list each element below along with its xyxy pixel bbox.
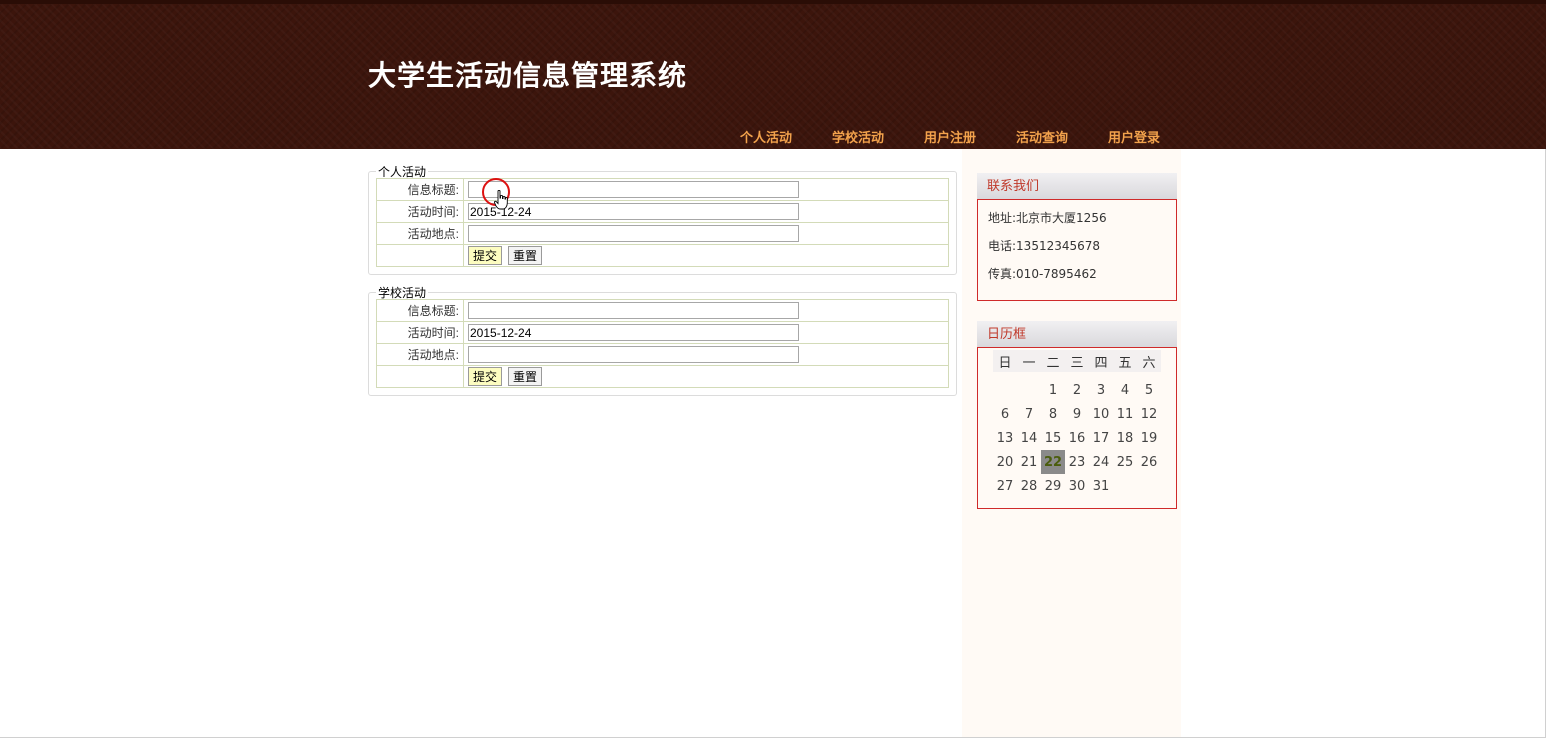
form-row: 信息标题: [376,299,949,322]
calendar-day[interactable]: 6 [993,402,1017,426]
personal-title-input[interactable] [468,181,799,198]
calendar-empty-cell [993,372,1017,402]
hand-cursor-icon [494,190,508,210]
place-label: 活动地点: [376,222,464,245]
calendar-day[interactable]: 21 [1017,450,1041,474]
form-row: 提交 重置 [376,365,949,388]
calendar-weekday: 日 [993,350,1017,372]
contact-address: 地址:北京市大厦1256 [988,211,1107,225]
calendar-day[interactable]: 4 [1113,372,1137,402]
calendar-day[interactable]: 23 [1065,450,1089,474]
personal-submit-button[interactable]: 提交 [468,246,503,265]
calendar-day[interactable]: 26 [1137,450,1161,474]
calendar-week: 13 14 15 16 17 18 19 [993,426,1161,450]
nav-activity-search[interactable]: 活动查询 [996,128,1088,150]
calendar-title: 日历框 [977,321,1177,347]
form-row: 提交 重置 [376,244,949,267]
calendar-day[interactable]: 12 [1137,402,1161,426]
calendar-day[interactable]: 17 [1089,426,1113,450]
title-label: 信息标题: [376,178,464,201]
nav-user-login[interactable]: 用户登录 [1088,128,1180,150]
personal-form-legend: 个人活动 [378,165,427,179]
form-row: 活动时间: [376,321,949,344]
nav-personal-activity[interactable]: 个人活动 [720,128,812,150]
personal-reset-button[interactable]: 重置 [508,246,543,265]
calendar-day[interactable]: 3 [1089,372,1113,402]
calendar-day[interactable]: 31 [1089,474,1113,498]
personal-activity-form: 个人活动 信息标题: 活动时间: 活动地点: 提交重置 [368,163,957,275]
school-place-input[interactable] [468,346,799,363]
calendar-grid: 日一二三四五六 1 2 3 4 5 6 7 8 9 10 11 12 13 14 15 16 17 18 19 20 2… [993,350,1161,498]
calendar-day[interactable]: 5 [1137,372,1161,402]
school-form-table: 信息标题: 活动时间: 活动地点: 提交重置 [376,299,949,388]
calendar-day[interactable]: 30 [1065,474,1089,498]
calendar-day[interactable]: 13 [993,426,1017,450]
calendar-box: 日历框 日一二三四五六 1 2 3 4 5 6 7 8 9 10 11 12 13 14 15 16 17 18 1… [977,321,1177,509]
contact-title: 联系我们 [977,173,1177,199]
form-row: 活动地点: [376,222,949,245]
calendar-week: 20 21 22 23 24 25 26 [993,450,1161,474]
nav-school-activity[interactable]: 学校活动 [812,128,904,150]
calendar-day[interactable]: 16 [1065,426,1089,450]
contact-fax: 传真:010-7895462 [988,267,1097,281]
calendar-day[interactable]: 20 [993,450,1017,474]
calendar-day-today[interactable]: 22 [1041,450,1065,474]
time-label: 活动时间: [376,200,464,223]
title-label: 信息标题: [376,299,464,322]
contact-box: 联系我们 地址:北京市大厦1256 电话:13512345678 传真:010-… [977,173,1177,301]
site-header: 大学生活动信息管理系统 个人活动 学校活动 用户注册 活动查询 用户登录 [0,0,1546,149]
school-title-input[interactable] [468,302,799,319]
calendar-day[interactable]: 15 [1041,426,1065,450]
calendar-weekday: 二 [1041,350,1065,372]
calendar-week: 27 28 29 30 31 [993,474,1161,498]
nav-user-register[interactable]: 用户注册 [904,128,996,150]
site-title: 大学生活动信息管理系统 [368,59,688,92]
calendar-day[interactable]: 25 [1113,450,1137,474]
time-label: 活动时间: [376,321,464,344]
calendar-day[interactable]: 14 [1017,426,1041,450]
school-form-legend: 学校活动 [378,286,427,300]
calendar-day[interactable]: 9 [1065,402,1089,426]
calendar-week: 6 7 8 9 10 11 12 [993,402,1161,426]
form-row: 活动时间: [376,200,949,223]
calendar-weekday: 一 [1017,350,1041,372]
personal-form-table: 信息标题: 活动时间: 活动地点: 提交重置 [376,178,949,267]
calendar-weekday: 三 [1065,350,1089,372]
contact-phone: 电话:13512345678 [988,239,1101,253]
calendar-weekday: 五 [1113,350,1137,372]
school-reset-button[interactable]: 重置 [508,367,543,386]
calendar-empty-cell [1137,474,1161,498]
school-time-input[interactable] [468,324,799,341]
calendar-day[interactable]: 24 [1089,450,1113,474]
calendar-day[interactable]: 10 [1089,402,1113,426]
calendar-day[interactable]: 27 [993,474,1017,498]
calendar-empty-cell [1113,474,1137,498]
calendar-weekday: 四 [1089,350,1113,372]
calendar-day[interactable]: 11 [1113,402,1137,426]
form-row: 信息标题: [376,178,949,201]
calendar-day[interactable]: 29 [1041,474,1065,498]
calendar-week: 12345 [993,372,1161,402]
calendar-empty-cell [1017,372,1041,402]
school-submit-button[interactable]: 提交 [468,367,503,386]
form-row: 活动地点: [376,343,949,366]
calendar-body: 日一二三四五六 1 2 3 4 5 6 7 8 9 10 11 12 13 14 15 16 17 18 19 20 2… [977,347,1177,509]
personal-time-input[interactable] [468,203,799,220]
calendar-day[interactable]: 7 [1017,402,1041,426]
calendar-weekday: 六 [1137,350,1161,372]
calendar-day[interactable]: 28 [1017,474,1041,498]
calendar-day[interactable]: 2 [1065,372,1089,402]
personal-place-input[interactable] [468,225,799,242]
main-nav: 个人活动 学校活动 用户注册 活动查询 用户登录 [720,128,1180,150]
place-label: 活动地点: [376,343,464,366]
calendar-day[interactable]: 1 [1041,372,1065,402]
calendar-day[interactable]: 18 [1113,426,1137,450]
contact-body: 地址:北京市大厦1256 电话:13512345678 传真:010-78954… [977,199,1177,301]
calendar-day[interactable]: 8 [1041,402,1065,426]
school-activity-form: 学校活动 信息标题: 活动时间: 活动地点: 提交重置 [368,284,957,396]
calendar-day[interactable]: 19 [1137,426,1161,450]
